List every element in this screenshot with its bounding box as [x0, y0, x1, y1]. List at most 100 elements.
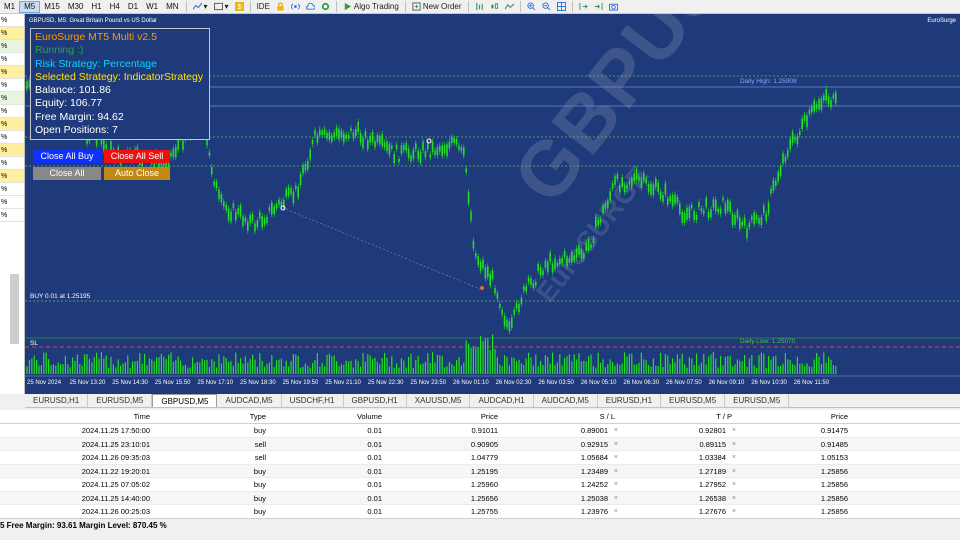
- chart-tab[interactable]: XAUUSD,M5: [407, 394, 471, 407]
- templates-icon[interactable]: ▾: [211, 1, 232, 13]
- volume-bar: [648, 365, 650, 374]
- volume-bar: [55, 365, 57, 374]
- cell-time: 2024.11.25 23:10:01: [81, 439, 150, 449]
- volume-bar: [465, 340, 467, 374]
- col-current-price-header[interactable]: Price: [760, 410, 848, 423]
- clear-sl-icon[interactable]: ×: [612, 438, 618, 451]
- left-panel-scrollbar[interactable]: [10, 274, 19, 344]
- clear-sl-icon[interactable]: ×: [612, 424, 618, 437]
- candle-body: [489, 273, 491, 286]
- col-volume-header[interactable]: Volume: [300, 410, 382, 423]
- candle-body: [477, 256, 479, 266]
- volume-bar: [432, 352, 434, 374]
- chart-tab[interactable]: EURUSD,H1: [598, 394, 662, 407]
- col-sl-header[interactable]: S / L: [520, 410, 615, 423]
- clear-sl-icon[interactable]: ×: [612, 465, 618, 478]
- algo-trading-button[interactable]: Algo Trading: [340, 1, 402, 13]
- timeframe-m5[interactable]: M5: [19, 0, 41, 13]
- volume-bar: [535, 354, 537, 374]
- new-order-button[interactable]: New Order: [409, 1, 465, 13]
- autoscroll-icon[interactable]: [576, 1, 591, 13]
- timeframe-w1[interactable]: W1: [142, 1, 162, 13]
- timeframe-d1[interactable]: D1: [124, 1, 142, 13]
- col-price-header[interactable]: Price: [400, 410, 498, 423]
- close-all-buy-button[interactable]: Close All Buy: [33, 150, 101, 163]
- candle-body: [583, 253, 585, 259]
- col-type-header[interactable]: Type: [180, 410, 266, 423]
- candlestick-icon[interactable]: [487, 1, 502, 13]
- clear-tp-icon[interactable]: ×: [730, 505, 736, 518]
- clear-sl-icon[interactable]: ×: [612, 478, 618, 491]
- clear-tp-icon[interactable]: ×: [730, 478, 736, 491]
- candle-body: [220, 194, 223, 203]
- candle-body: [412, 149, 415, 159]
- cell-time: 2024.11.22 19:20:01: [81, 466, 150, 476]
- cloud-icon[interactable]: [303, 1, 318, 13]
- chart-tab[interactable]: AUDCAD,M5: [217, 394, 282, 407]
- volume-bar: [448, 361, 450, 374]
- clear-tp-icon[interactable]: ×: [730, 451, 736, 464]
- chart-tab[interactable]: EURUSD,M5: [661, 394, 726, 407]
- volume-bar: [69, 367, 71, 374]
- indicators-icon[interactable]: ▾: [190, 1, 211, 13]
- table-row[interactable]: 2024.11.26 09:35:03 sell 0.01 1.04779 1.0568…: [0, 451, 960, 465]
- candle-body: [825, 88, 827, 101]
- table-row[interactable]: 2024.11.26 00:25:03 buy 0.01 1.25755 1.23976…: [0, 505, 960, 519]
- candle-body: [307, 160, 309, 170]
- table-row[interactable]: 2024.11.25 23:10:01 sell 0.01 0.90905 0.9291…: [0, 437, 960, 451]
- zoom-in-icon[interactable]: [524, 1, 539, 13]
- line-chart-icon[interactable]: [502, 1, 517, 13]
- clear-tp-icon[interactable]: ×: [730, 465, 736, 478]
- dollar-icon[interactable]: $: [232, 1, 247, 13]
- chart-tab-active[interactable]: GBPUSD,M5: [152, 394, 218, 407]
- close-all-button[interactable]: Close All: [33, 167, 101, 180]
- candle-body: [801, 118, 803, 130]
- chart-tab[interactable]: AUDCAD,H1: [470, 394, 534, 407]
- ide-button[interactable]: IDE: [254, 1, 273, 13]
- candle-body: [369, 135, 371, 143]
- clear-tp-icon[interactable]: ×: [730, 492, 736, 505]
- table-row[interactable]: 2024.11.25 07:05:02 buy 0.01 1.25960 1.24252…: [0, 478, 960, 492]
- timeframe-m1[interactable]: M1: [0, 1, 19, 13]
- volume-bar: [564, 357, 566, 374]
- candle-body: [523, 286, 525, 291]
- table-row[interactable]: 2024.11.25 14:40:00 buy 0.01 1.25656 1.25038…: [0, 491, 960, 505]
- candle-body: [297, 186, 299, 198]
- chart-tab[interactable]: USDCHF,H1: [282, 394, 344, 407]
- chart-tab[interactable]: EURUSD,M5: [725, 394, 790, 407]
- timeframe-h4[interactable]: H4: [106, 1, 124, 13]
- clear-tp-icon[interactable]: ×: [730, 438, 736, 451]
- table-row[interactable]: 2024.11.22 19:20:01 buy 0.01 1.25195 1.23489…: [0, 464, 960, 478]
- col-tp-header[interactable]: T / P: [640, 410, 732, 423]
- chart-tab[interactable]: EURUSD,H1: [25, 394, 89, 407]
- chart-tab[interactable]: AUDCAD,M5: [534, 394, 598, 407]
- bar-chart-icon[interactable]: [472, 1, 487, 13]
- table-row[interactable]: 2024.11.25 17:50:00 buy 0.01 0.91011 0.89001…: [0, 424, 960, 438]
- camera-icon[interactable]: [606, 1, 621, 13]
- chart-tab[interactable]: GBPUSD,H1: [344, 394, 407, 407]
- clear-sl-icon[interactable]: ×: [612, 505, 618, 518]
- clear-tp-icon[interactable]: ×: [730, 424, 736, 437]
- zoom-out-icon[interactable]: [539, 1, 554, 13]
- candle-body: [242, 216, 244, 226]
- close-all-sell-button[interactable]: Close All Sell: [104, 150, 170, 163]
- clear-sl-icon[interactable]: ×: [612, 451, 618, 464]
- candle-body: [746, 228, 748, 239]
- volume-bar: [177, 356, 179, 374]
- chart-tab[interactable]: EURUSD,M5: [88, 394, 153, 407]
- col-time-header[interactable]: Time: [60, 410, 150, 423]
- volume-bar: [247, 362, 249, 374]
- volume-bar: [566, 356, 568, 374]
- lock-icon[interactable]: [273, 1, 288, 13]
- timeframe-mn[interactable]: MN: [162, 1, 182, 13]
- timeframe-m30[interactable]: M30: [64, 1, 88, 13]
- timeframe-h1[interactable]: H1: [87, 1, 105, 13]
- signal-icon[interactable]: [288, 1, 303, 13]
- globe-icon[interactable]: [318, 1, 333, 13]
- auto-close-button[interactable]: Auto Close: [104, 167, 170, 180]
- chart-shift-icon[interactable]: [591, 1, 606, 13]
- grid-icon[interactable]: [554, 1, 569, 13]
- time-axis-label: 26 Nov 07:50: [666, 380, 702, 386]
- clear-sl-icon[interactable]: ×: [612, 492, 618, 505]
- timeframe-m15[interactable]: M15: [40, 1, 64, 13]
